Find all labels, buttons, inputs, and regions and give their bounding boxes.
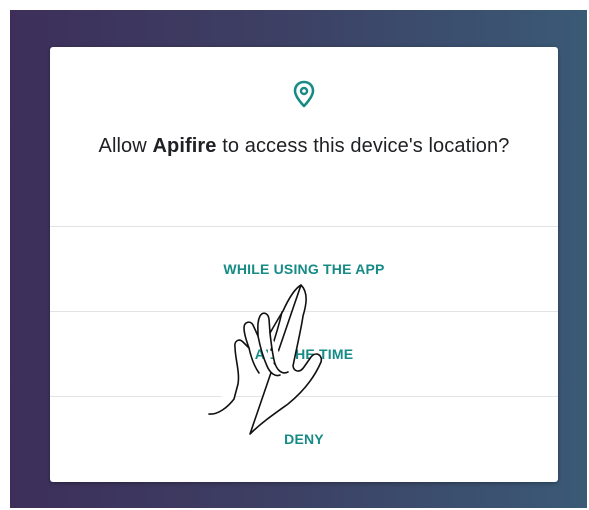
- deny-button[interactable]: DENY: [50, 397, 558, 481]
- app-name: Apifire: [152, 135, 217, 157]
- location-permission-dialog: Allow Apifire to access this device's lo…: [50, 47, 558, 482]
- all-the-time-button[interactable]: ALL THE TIME: [50, 312, 558, 396]
- location-pin-icon: [293, 80, 315, 108]
- while-using-app-button[interactable]: WHILE USING THE APP: [50, 227, 558, 311]
- dialog-title: Allow Apifire to access this device's lo…: [98, 135, 510, 157]
